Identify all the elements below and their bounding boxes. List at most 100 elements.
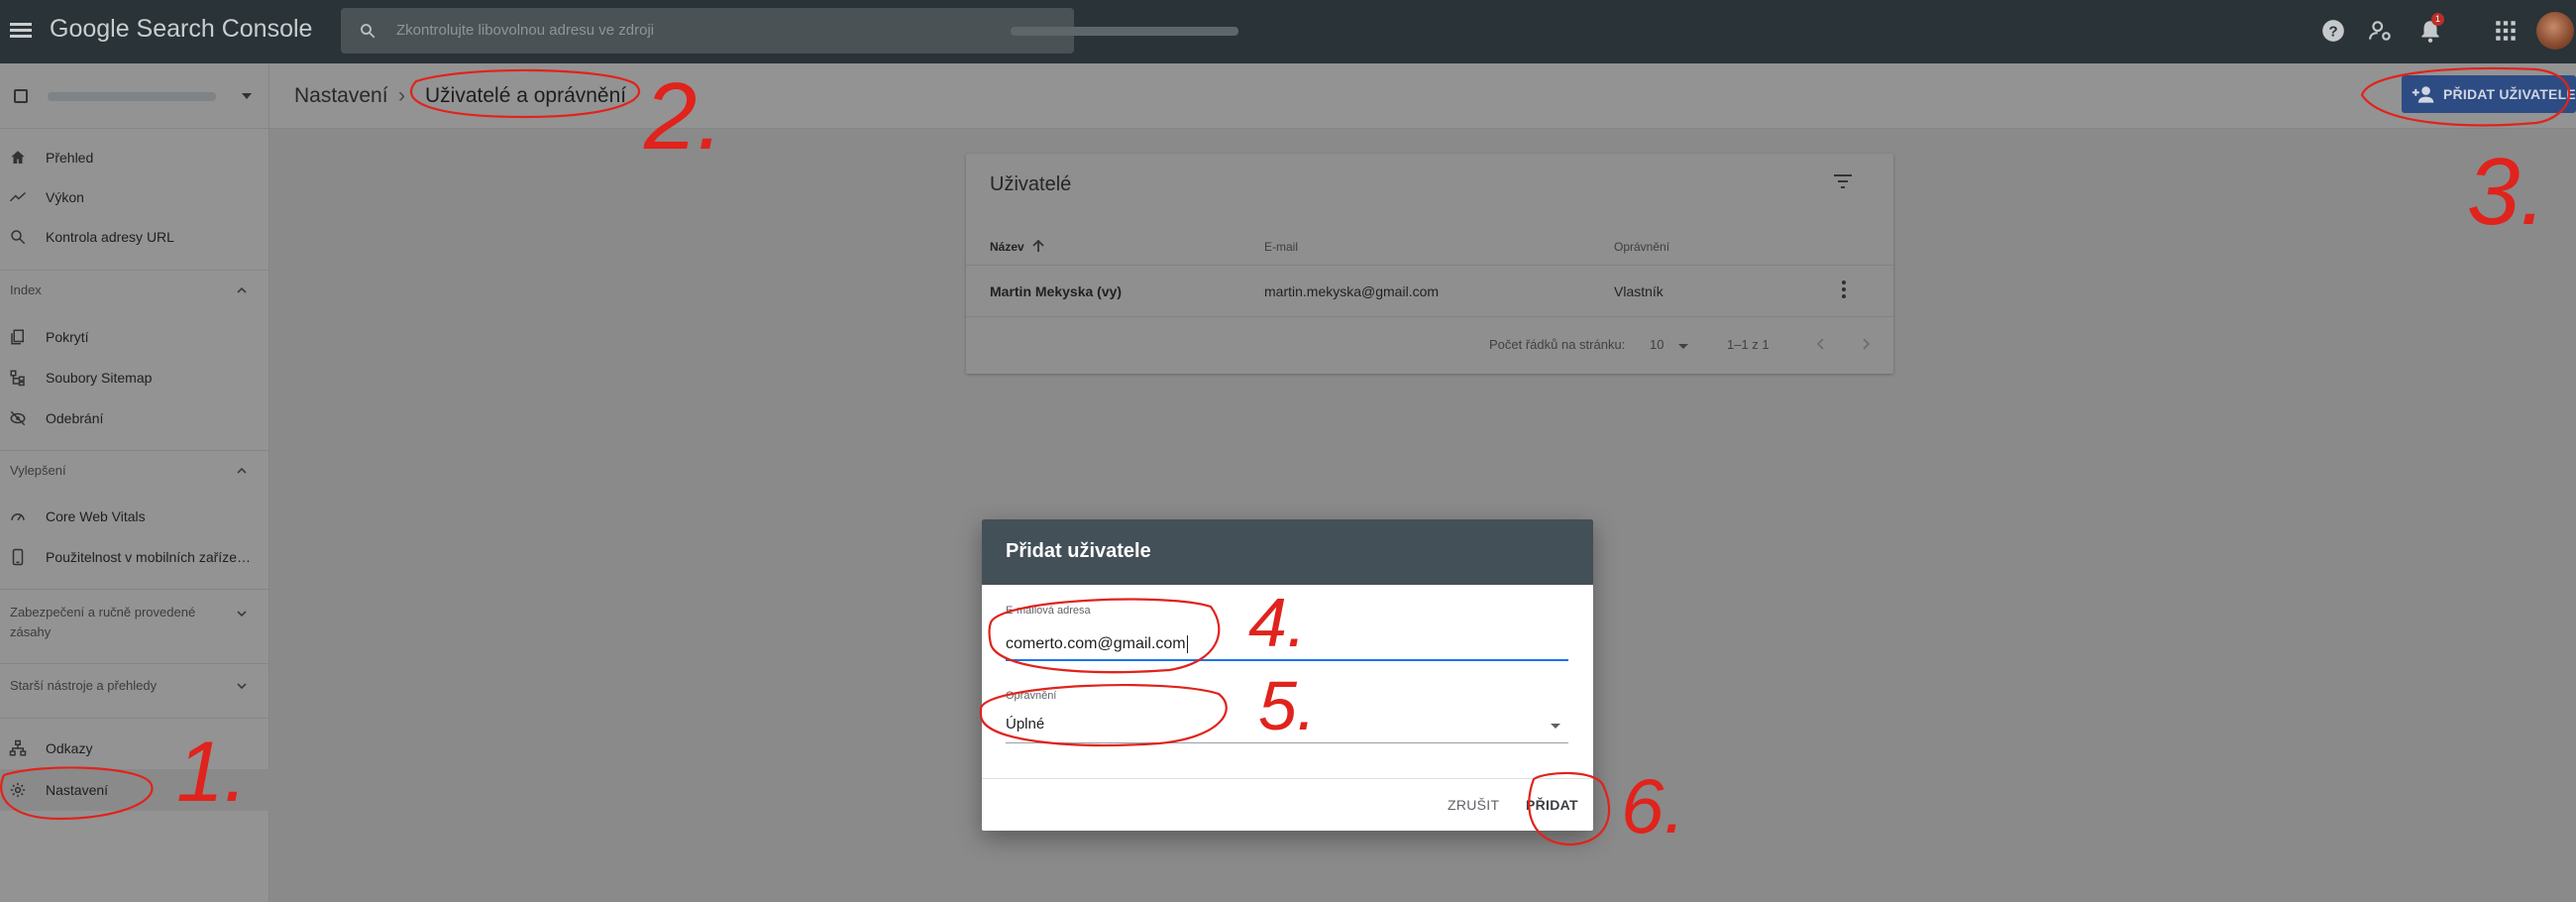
section-security[interactable]: Zabezpečení a ručně provedené zásahy xyxy=(0,589,269,663)
chevron-down-icon xyxy=(237,611,247,618)
section-legacy-tools[interactable]: Starší nástroje a přehledy xyxy=(0,663,269,713)
chevron-up-icon xyxy=(237,286,247,293)
sidebar-item-label: Výkon xyxy=(46,189,84,205)
phone-icon xyxy=(12,548,24,566)
sidebar-item-url-inspection[interactable]: Kontrola adresy URL xyxy=(0,218,269,256)
chevron-down-icon[interactable] xyxy=(1551,724,1560,729)
annotation-number-6: 6. xyxy=(1621,762,1685,849)
search-icon xyxy=(11,230,26,245)
section-label: Zabezpečení a ručně provedené zásahy xyxy=(10,605,196,639)
cancel-button[interactable]: ZRUŠIT xyxy=(1448,797,1499,813)
svg-text:?: ? xyxy=(2328,23,2337,40)
gauge-icon xyxy=(11,513,25,521)
links-icon xyxy=(9,739,27,756)
breadcrumb-separator: › xyxy=(398,84,405,107)
email-field-label: E-mailová adresa xyxy=(1006,605,1091,617)
sidebar-item-label: Core Web Vitals xyxy=(46,508,146,524)
help-icon[interactable]: ? xyxy=(2320,18,2346,44)
rows-per-page-select[interactable]: 10 xyxy=(1650,337,1664,352)
email-field-value: comerto.com@gmail.com xyxy=(1006,635,1186,653)
email-field-underline xyxy=(1006,659,1568,661)
sidebar: Přehled Výkon Kontrola adresy URL Index … xyxy=(0,63,269,902)
sidebar-item-coverage[interactable]: Pokrytí xyxy=(0,318,269,356)
sidebar-item-core-web-vitals[interactable]: Core Web Vitals xyxy=(0,498,269,535)
sidebar-divider xyxy=(0,718,269,719)
sidebar-item-label: Soubory Sitemap xyxy=(46,370,153,386)
breadcrumb: Nastavení › Uživatelé a oprávnění xyxy=(269,63,2576,129)
sidebar-item-overview[interactable]: Přehled xyxy=(0,139,269,176)
breadcrumb-parent[interactable]: Nastavení xyxy=(294,84,388,108)
column-header-email: E-mail xyxy=(1264,240,1299,254)
sidebar-item-sitemaps[interactable]: Soubory Sitemap xyxy=(0,359,269,396)
coverage-icon xyxy=(11,329,24,345)
sitemap-icon xyxy=(10,370,25,387)
chevron-up-icon xyxy=(237,467,247,474)
permission-field-underline xyxy=(1006,742,1568,743)
trending-up-icon xyxy=(9,191,26,202)
dialog-title: Přidat uživatele xyxy=(1006,540,1151,562)
next-page-icon[interactable] xyxy=(1856,334,1876,354)
sidebar-item-label: Kontrola adresy URL xyxy=(46,229,174,245)
divider xyxy=(966,265,1893,266)
sidebar-item-label: Odebrání xyxy=(46,410,104,426)
sidebar-item-performance[interactable]: Výkon xyxy=(0,178,269,216)
column-header-permission: Oprávnění xyxy=(1614,240,1670,254)
property-url-redacted xyxy=(1011,27,1238,36)
add-user-label: PŘIDAT UŽIVATELE xyxy=(2443,86,2576,102)
avatar[interactable] xyxy=(2536,12,2574,50)
user-permission: Vlastník xyxy=(1614,283,1664,299)
add-user-button[interactable]: PŘIDAT UŽIVATELE xyxy=(2402,75,2576,113)
app-logo[interactable]: Google Search Console xyxy=(50,15,312,44)
card-title: Uživatelé xyxy=(990,173,1072,195)
section-label: Starší nástroje a přehledy xyxy=(10,678,158,693)
permission-select[interactable]: Úplné xyxy=(1006,716,1044,733)
notification-badge: 1 xyxy=(2431,13,2444,26)
text-cursor xyxy=(1186,635,1188,653)
dialog-header: Přidat uživatele xyxy=(982,519,1593,585)
search-icon xyxy=(361,24,376,39)
users-card: Uživatelé Název E-mail Oprávnění Martin … xyxy=(966,154,1893,374)
section-label: Index xyxy=(10,282,42,297)
section-label: Vylepšení xyxy=(10,463,66,478)
user-email: martin.mekyska@gmail.com xyxy=(1264,283,1440,299)
rows-per-page-label: Počet řádků na stránku: xyxy=(1489,337,1626,352)
sidebar-item-settings[interactable]: Nastavení xyxy=(0,769,269,811)
page-range: 1–1 z 1 xyxy=(1727,337,1770,352)
add-user-dialog: Přidat uživatele E-mailová adresa comert… xyxy=(982,519,1593,831)
apps-grid-icon[interactable] xyxy=(2493,18,2519,44)
user-name: Martin Mekyska (vy) xyxy=(990,283,1123,299)
section-index[interactable]: Index xyxy=(0,270,269,309)
page-title: Uživatelé a oprávnění xyxy=(425,84,627,107)
section-enhancements[interactable]: Vylepšení xyxy=(0,450,269,490)
divider xyxy=(982,778,1593,779)
sidebar-item-label: Odkazy xyxy=(46,740,93,756)
property-icon xyxy=(14,89,28,103)
chevron-down-icon xyxy=(242,93,252,99)
sidebar-item-mobile-usability[interactable]: Použitelnost v mobilních zaříze… xyxy=(0,538,269,576)
confirm-add-button[interactable]: PŘIDAT xyxy=(1526,797,1578,813)
permission-field-label: Oprávnění xyxy=(1006,690,1057,702)
arrow-up-icon[interactable] xyxy=(1031,238,1045,254)
search-input[interactable]: Zkontrolujte libovolnou adresu ve zdroji xyxy=(396,22,654,39)
sidebar-item-removals[interactable]: Odebrání xyxy=(0,399,269,437)
chevron-down-icon xyxy=(237,683,247,690)
sidebar-item-label: Použitelnost v mobilních zaříze… xyxy=(46,549,251,565)
filter-icon[interactable] xyxy=(1832,171,1854,191)
url-inspection-search[interactable]: Zkontrolujte libovolnou adresu ve zdroji xyxy=(341,8,1238,54)
more-vert-icon[interactable] xyxy=(1841,279,1847,300)
property-name-redacted xyxy=(48,92,216,101)
property-selector[interactable] xyxy=(0,63,269,129)
column-header-name[interactable]: Název xyxy=(990,240,1024,254)
annotation-number-3: 3. xyxy=(2467,139,2546,245)
top-app-bar: Google Search Console Zkontrolujte libov… xyxy=(0,0,2576,63)
sidebar-item-links[interactable]: Odkazy xyxy=(0,730,269,767)
email-field[interactable]: comerto.com@gmail.com xyxy=(1006,635,1188,653)
account-settings-icon[interactable] xyxy=(2368,18,2394,44)
removal-icon xyxy=(10,410,26,426)
menu-icon[interactable] xyxy=(10,20,32,42)
prev-page-icon[interactable] xyxy=(1811,334,1831,354)
person-add-icon xyxy=(2412,86,2434,103)
sidebar-item-label: Nastavení xyxy=(46,782,109,798)
sidebar-item-label: Pokrytí xyxy=(46,329,89,345)
home-icon xyxy=(11,151,25,164)
